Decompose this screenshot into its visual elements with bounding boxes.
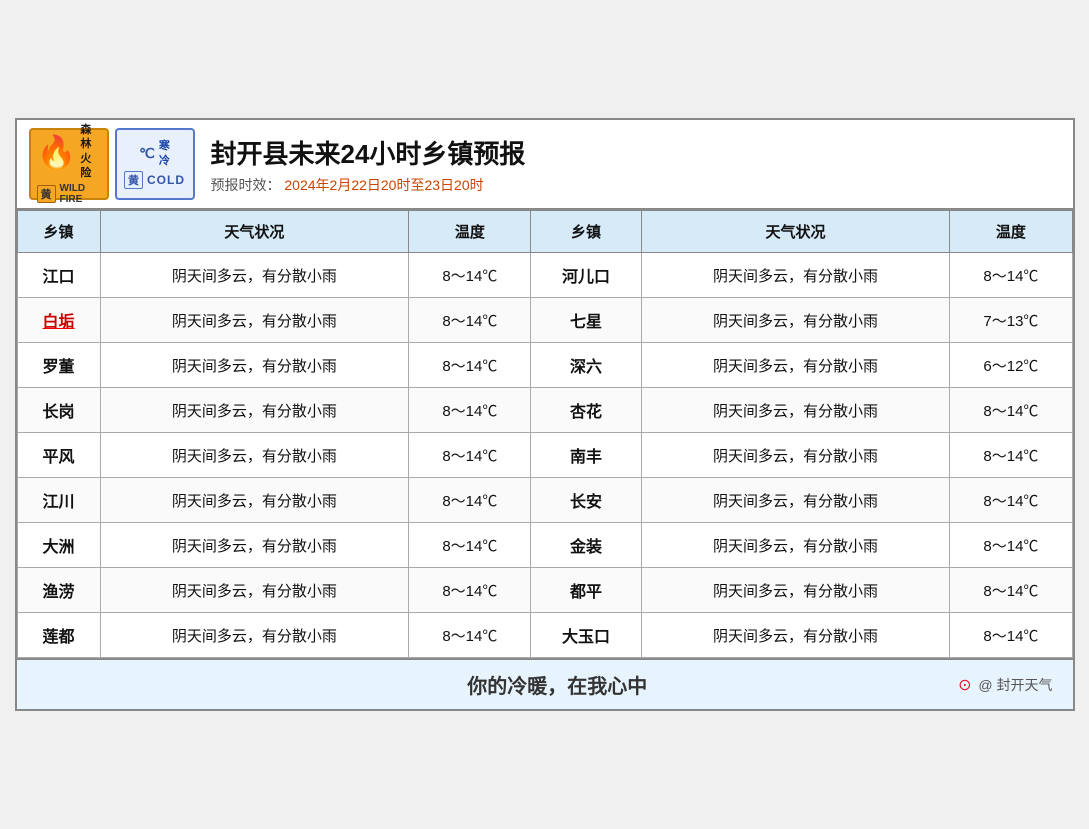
flame-icon: 🔥: [37, 136, 77, 168]
weather-right: 阴天间多云，有分散小雨: [641, 253, 950, 298]
temp-left: 8～14℃: [409, 298, 531, 343]
temp-right: 7～13℃: [950, 298, 1072, 343]
weather-right: 阴天间多云，有分散小雨: [641, 568, 950, 613]
cold-level: 黄: [124, 171, 143, 189]
wildfire-cn-label2: 火险: [80, 152, 100, 181]
cold-en-label: COLD: [147, 173, 185, 187]
weather-left: 阴天间多云，有分散小雨: [100, 568, 409, 613]
town-right: 南丰: [531, 433, 641, 478]
weather-right: 阴天间多云，有分散小雨: [641, 523, 950, 568]
header: 🔥 森林 火险 黄 WILD FIRE ℃ 寒 冷: [17, 120, 1073, 210]
weather-left: 阴天间多云，有分散小雨: [100, 298, 409, 343]
cold-cn-label: 寒: [159, 139, 170, 153]
temp-right: 6～12℃: [950, 343, 1072, 388]
table-row: 长岗 阴天间多云，有分散小雨 8～14℃ 杏花 阴天间多云，有分散小雨 8～14…: [17, 388, 1072, 433]
footer-slogan: 你的冷暖，在我心中: [157, 670, 959, 699]
weather-right: 阴天间多云，有分散小雨: [641, 298, 950, 343]
alert-badges: 🔥 森林 火险 黄 WILD FIRE ℃ 寒 冷: [29, 128, 195, 200]
weather-left: 阴天间多云，有分散小雨: [100, 253, 409, 298]
brand-label: @ 封开天气: [978, 677, 1052, 693]
weather-left: 阴天间多云，有分散小雨: [100, 613, 409, 658]
table-row: 白垢 阴天间多云，有分散小雨 8～14℃ 七星 阴天间多云，有分散小雨 7～13…: [17, 298, 1072, 343]
forecast-table: 乡镇 天气状况 温度 乡镇 天气状况 温度 江口 阴天间多云，有分散小雨 8～1…: [17, 210, 1073, 658]
town-right: 都平: [531, 568, 641, 613]
weather-left: 阴天间多云，有分散小雨: [100, 523, 409, 568]
table-row: 江川 阴天间多云，有分散小雨 8～14℃ 长安 阴天间多云，有分散小雨 8～14…: [17, 478, 1072, 523]
town-left: 江口: [17, 253, 100, 298]
col-town-left: 乡镇: [17, 211, 100, 253]
town-right: 金装: [531, 523, 641, 568]
town-left: 江川: [17, 478, 100, 523]
table-row: 大洲 阴天间多云，有分散小雨 8～14℃ 金装 阴天间多云，有分散小雨 8～14…: [17, 523, 1072, 568]
temp-right: 8～14℃: [950, 478, 1072, 523]
town-left: 罗董: [17, 343, 100, 388]
wildfire-cn-label: 森林: [80, 123, 100, 152]
temp-left: 8～14℃: [409, 433, 531, 478]
temp-right: 8～14℃: [950, 613, 1072, 658]
forecast-label: 预报时效：: [211, 177, 281, 193]
weather-left: 阴天间多云，有分散小雨: [100, 388, 409, 433]
town-left: 平风: [17, 433, 100, 478]
temp-right: 8～14℃: [950, 253, 1072, 298]
town-left: 大洲: [17, 523, 100, 568]
weather-right: 阴天间多云，有分散小雨: [641, 613, 950, 658]
weather-right: 阴天间多云，有分散小雨: [641, 343, 950, 388]
col-weather-left: 天气状况: [100, 211, 409, 253]
weather-left: 阴天间多云，有分散小雨: [100, 343, 409, 388]
weather-right: 阴天间多云，有分散小雨: [641, 433, 950, 478]
cold-badge: ℃ 寒 冷 黄 COLD: [115, 128, 195, 200]
col-town-right: 乡镇: [531, 211, 641, 253]
weather-left: 阴天间多云，有分散小雨: [100, 433, 409, 478]
forecast-time: 预报时效： 2024年2月22日20时至23日20时: [211, 175, 1061, 195]
table-row: 江口 阴天间多云，有分散小雨 8～14℃ 河儿口 阴天间多云，有分散小雨 8～1…: [17, 253, 1072, 298]
footer-brand: ⊙ @ 封开天气: [958, 675, 1052, 695]
wildfire-badge: 🔥 森林 火险 黄 WILD FIRE: [29, 128, 109, 200]
wildfire-en-label: WILD FIRE: [60, 183, 101, 205]
temp-right: 8～14℃: [950, 433, 1072, 478]
main-card: 🔥 森林 火险 黄 WILD FIRE ℃ 寒 冷: [15, 118, 1075, 711]
forecast-time-value: 2024年2月22日20时至23日20时: [284, 177, 483, 193]
cold-cn-label2: 冷: [159, 154, 170, 168]
col-temp-right: 温度: [950, 211, 1072, 253]
weibo-icon: ⊙: [958, 677, 971, 694]
col-temp-left: 温度: [409, 211, 531, 253]
weather-right: 阴天间多云，有分散小雨: [641, 478, 950, 523]
table-row: 莲都 阴天间多云，有分散小雨 8～14℃ 大玉口 阴天间多云，有分散小雨 8～1…: [17, 613, 1072, 658]
temp-right: 8～14℃: [950, 523, 1072, 568]
temp-right: 8～14℃: [950, 568, 1072, 613]
town-right: 河儿口: [531, 253, 641, 298]
town-right: 深六: [531, 343, 641, 388]
temp-left: 8～14℃: [409, 343, 531, 388]
weather-right: 阴天间多云，有分散小雨: [641, 388, 950, 433]
wildfire-level: 黄: [37, 185, 56, 203]
temp-left: 8～14℃: [409, 253, 531, 298]
temp-left: 8～14℃: [409, 388, 531, 433]
town-left: 莲都: [17, 613, 100, 658]
table-header-row: 乡镇 天气状况 温度 乡镇 天气状况 温度: [17, 211, 1072, 253]
town-right: 大玉口: [531, 613, 641, 658]
town-right: 杏花: [531, 388, 641, 433]
temp-left: 8～14℃: [409, 568, 531, 613]
page-title: 封开县未来24小时乡镇预报: [211, 134, 1061, 171]
town-left: 白垢: [17, 298, 100, 343]
temp-left: 8～14℃: [409, 523, 531, 568]
table-row: 罗董 阴天间多云，有分散小雨 8～14℃ 深六 阴天间多云，有分散小雨 6～12…: [17, 343, 1072, 388]
title-area: 封开县未来24小时乡镇预报 预报时效： 2024年2月22日20时至23日20时: [211, 134, 1061, 195]
town-left: 渔涝: [17, 568, 100, 613]
town-right: 长安: [531, 478, 641, 523]
thermometer-icon: ℃: [139, 145, 155, 162]
town-left: 长岗: [17, 388, 100, 433]
footer: 你的冷暖，在我心中 ⊙ @ 封开天气: [17, 658, 1073, 709]
temp-right: 8～14℃: [950, 388, 1072, 433]
table-row: 平风 阴天间多云，有分散小雨 8～14℃ 南丰 阴天间多云，有分散小雨 8～14…: [17, 433, 1072, 478]
table-row: 渔涝 阴天间多云，有分散小雨 8～14℃ 都平 阴天间多云，有分散小雨 8～14…: [17, 568, 1072, 613]
temp-left: 8～14℃: [409, 478, 531, 523]
col-weather-right: 天气状况: [641, 211, 950, 253]
weather-left: 阴天间多云，有分散小雨: [100, 478, 409, 523]
town-right: 七星: [531, 298, 641, 343]
temp-left: 8～14℃: [409, 613, 531, 658]
